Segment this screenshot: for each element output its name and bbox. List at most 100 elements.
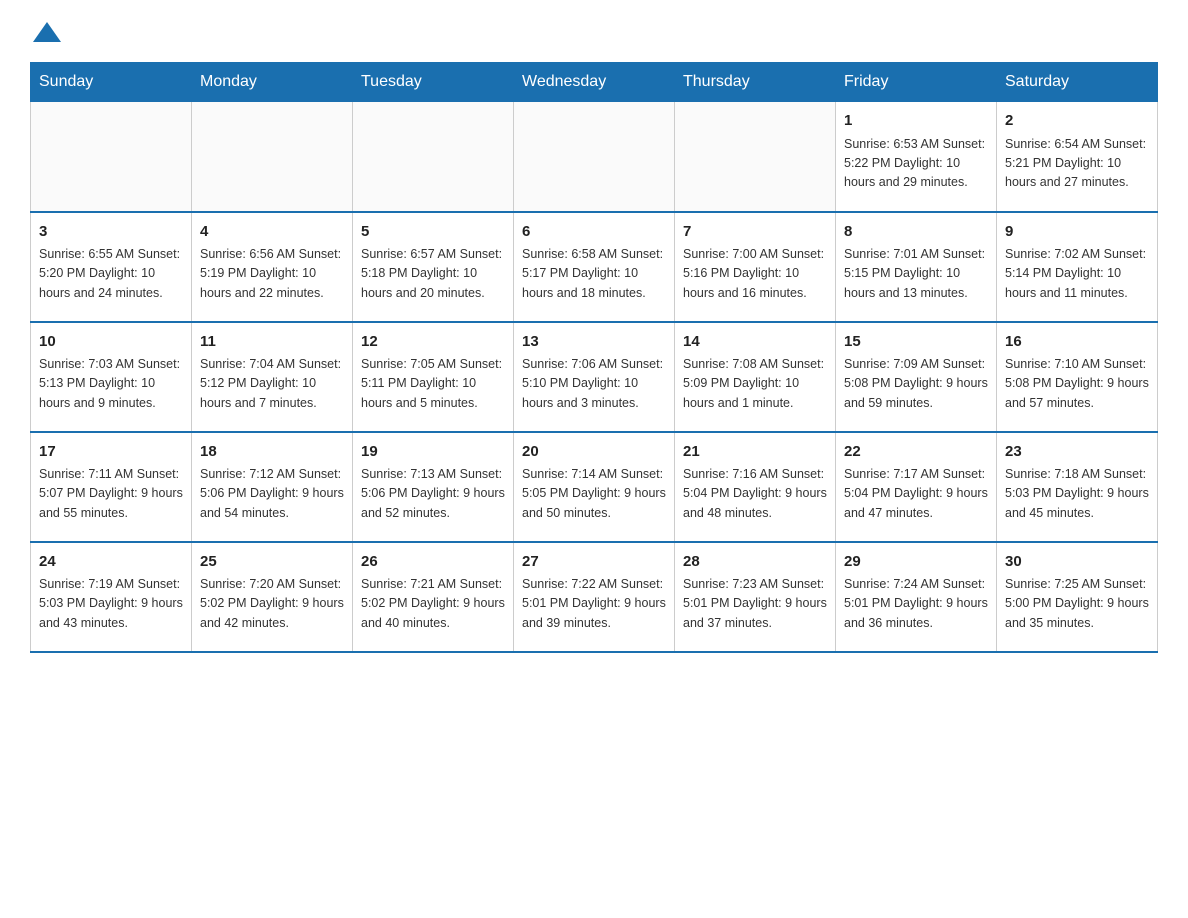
calendar-week-row: 10Sunrise: 7:03 AM Sunset: 5:13 PM Dayli… [31,322,1158,432]
calendar-week-row: 1Sunrise: 6:53 AM Sunset: 5:22 PM Daylig… [31,102,1158,212]
day-info: Sunrise: 7:05 AM Sunset: 5:11 PM Dayligh… [361,355,505,413]
calendar-cell: 22Sunrise: 7:17 AM Sunset: 5:04 PM Dayli… [836,432,997,542]
day-number: 30 [1005,551,1149,574]
day-info: Sunrise: 6:56 AM Sunset: 5:19 PM Dayligh… [200,245,344,303]
calendar-week-row: 24Sunrise: 7:19 AM Sunset: 5:03 PM Dayli… [31,542,1158,652]
header-saturday: Saturday [997,63,1158,102]
day-info: Sunrise: 7:14 AM Sunset: 5:05 PM Dayligh… [522,465,666,523]
day-number: 17 [39,441,183,464]
day-number: 3 [39,221,183,244]
day-number: 7 [683,221,827,244]
calendar-cell: 5Sunrise: 6:57 AM Sunset: 5:18 PM Daylig… [353,212,514,322]
day-number: 24 [39,551,183,574]
day-info: Sunrise: 7:13 AM Sunset: 5:06 PM Dayligh… [361,465,505,523]
calendar-week-row: 17Sunrise: 7:11 AM Sunset: 5:07 PM Dayli… [31,432,1158,542]
header-wednesday: Wednesday [514,63,675,102]
calendar-cell: 6Sunrise: 6:58 AM Sunset: 5:17 PM Daylig… [514,212,675,322]
calendar-cell [675,102,836,212]
calendar-cell: 23Sunrise: 7:18 AM Sunset: 5:03 PM Dayli… [997,432,1158,542]
day-number: 11 [200,331,344,354]
day-info: Sunrise: 7:17 AM Sunset: 5:04 PM Dayligh… [844,465,988,523]
calendar-cell: 12Sunrise: 7:05 AM Sunset: 5:11 PM Dayli… [353,322,514,432]
calendar-cell: 11Sunrise: 7:04 AM Sunset: 5:12 PM Dayli… [192,322,353,432]
calendar-cell: 18Sunrise: 7:12 AM Sunset: 5:06 PM Dayli… [192,432,353,542]
calendar-cell: 28Sunrise: 7:23 AM Sunset: 5:01 PM Dayli… [675,542,836,652]
day-info: Sunrise: 7:10 AM Sunset: 5:08 PM Dayligh… [1005,355,1149,413]
calendar-table: Sunday Monday Tuesday Wednesday Thursday… [30,62,1158,653]
day-number: 23 [1005,441,1149,464]
day-info: Sunrise: 6:54 AM Sunset: 5:21 PM Dayligh… [1005,135,1149,193]
day-info: Sunrise: 7:22 AM Sunset: 5:01 PM Dayligh… [522,575,666,633]
day-number: 1 [844,110,988,133]
calendar-cell: 2Sunrise: 6:54 AM Sunset: 5:21 PM Daylig… [997,102,1158,212]
day-number: 4 [200,221,344,244]
calendar-cell: 20Sunrise: 7:14 AM Sunset: 5:05 PM Dayli… [514,432,675,542]
day-number: 20 [522,441,666,464]
calendar-cell: 3Sunrise: 6:55 AM Sunset: 5:20 PM Daylig… [31,212,192,322]
day-info: Sunrise: 7:06 AM Sunset: 5:10 PM Dayligh… [522,355,666,413]
day-info: Sunrise: 7:23 AM Sunset: 5:01 PM Dayligh… [683,575,827,633]
day-info: Sunrise: 7:18 AM Sunset: 5:03 PM Dayligh… [1005,465,1149,523]
calendar-cell: 16Sunrise: 7:10 AM Sunset: 5:08 PM Dayli… [997,322,1158,432]
day-info: Sunrise: 6:57 AM Sunset: 5:18 PM Dayligh… [361,245,505,303]
day-number: 21 [683,441,827,464]
calendar-cell [31,102,192,212]
day-info: Sunrise: 7:02 AM Sunset: 5:14 PM Dayligh… [1005,245,1149,303]
calendar-cell: 4Sunrise: 6:56 AM Sunset: 5:19 PM Daylig… [192,212,353,322]
day-number: 14 [683,331,827,354]
day-info: Sunrise: 7:08 AM Sunset: 5:09 PM Dayligh… [683,355,827,413]
calendar-cell: 19Sunrise: 7:13 AM Sunset: 5:06 PM Dayli… [353,432,514,542]
day-info: Sunrise: 7:16 AM Sunset: 5:04 PM Dayligh… [683,465,827,523]
day-info: Sunrise: 7:20 AM Sunset: 5:02 PM Dayligh… [200,575,344,633]
calendar-cell: 21Sunrise: 7:16 AM Sunset: 5:04 PM Dayli… [675,432,836,542]
day-number: 27 [522,551,666,574]
day-info: Sunrise: 7:04 AM Sunset: 5:12 PM Dayligh… [200,355,344,413]
header-tuesday: Tuesday [353,63,514,102]
day-info: Sunrise: 7:09 AM Sunset: 5:08 PM Dayligh… [844,355,988,413]
day-info: Sunrise: 6:55 AM Sunset: 5:20 PM Dayligh… [39,245,183,303]
day-number: 29 [844,551,988,574]
day-info: Sunrise: 7:11 AM Sunset: 5:07 PM Dayligh… [39,465,183,523]
day-info: Sunrise: 7:19 AM Sunset: 5:03 PM Dayligh… [39,575,183,633]
day-info: Sunrise: 7:01 AM Sunset: 5:15 PM Dayligh… [844,245,988,303]
day-info: Sunrise: 7:00 AM Sunset: 5:16 PM Dayligh… [683,245,827,303]
day-info: Sunrise: 7:24 AM Sunset: 5:01 PM Dayligh… [844,575,988,633]
calendar-cell: 24Sunrise: 7:19 AM Sunset: 5:03 PM Dayli… [31,542,192,652]
day-number: 10 [39,331,183,354]
calendar-cell: 9Sunrise: 7:02 AM Sunset: 5:14 PM Daylig… [997,212,1158,322]
day-info: Sunrise: 7:21 AM Sunset: 5:02 PM Dayligh… [361,575,505,633]
day-number: 26 [361,551,505,574]
header [30,20,1158,42]
day-number: 6 [522,221,666,244]
calendar-cell: 25Sunrise: 7:20 AM Sunset: 5:02 PM Dayli… [192,542,353,652]
logo [30,20,61,42]
calendar-cell: 1Sunrise: 6:53 AM Sunset: 5:22 PM Daylig… [836,102,997,212]
calendar-cell: 8Sunrise: 7:01 AM Sunset: 5:15 PM Daylig… [836,212,997,322]
header-sunday: Sunday [31,63,192,102]
day-number: 15 [844,331,988,354]
calendar-cell: 26Sunrise: 7:21 AM Sunset: 5:02 PM Dayli… [353,542,514,652]
calendar-cell [192,102,353,212]
calendar-cell: 15Sunrise: 7:09 AM Sunset: 5:08 PM Dayli… [836,322,997,432]
logo-triangle-icon [33,22,61,42]
day-info: Sunrise: 7:25 AM Sunset: 5:00 PM Dayligh… [1005,575,1149,633]
day-number: 8 [844,221,988,244]
calendar-week-row: 3Sunrise: 6:55 AM Sunset: 5:20 PM Daylig… [31,212,1158,322]
day-number: 12 [361,331,505,354]
calendar-cell: 10Sunrise: 7:03 AM Sunset: 5:13 PM Dayli… [31,322,192,432]
day-number: 28 [683,551,827,574]
day-info: Sunrise: 6:58 AM Sunset: 5:17 PM Dayligh… [522,245,666,303]
weekday-header-row: Sunday Monday Tuesday Wednesday Thursday… [31,63,1158,102]
day-number: 5 [361,221,505,244]
day-info: Sunrise: 6:53 AM Sunset: 5:22 PM Dayligh… [844,135,988,193]
day-number: 9 [1005,221,1149,244]
day-number: 13 [522,331,666,354]
calendar-cell: 17Sunrise: 7:11 AM Sunset: 5:07 PM Dayli… [31,432,192,542]
header-friday: Friday [836,63,997,102]
header-monday: Monday [192,63,353,102]
day-number: 18 [200,441,344,464]
day-number: 16 [1005,331,1149,354]
calendar-cell [353,102,514,212]
calendar-cell: 13Sunrise: 7:06 AM Sunset: 5:10 PM Dayli… [514,322,675,432]
day-number: 2 [1005,110,1149,133]
